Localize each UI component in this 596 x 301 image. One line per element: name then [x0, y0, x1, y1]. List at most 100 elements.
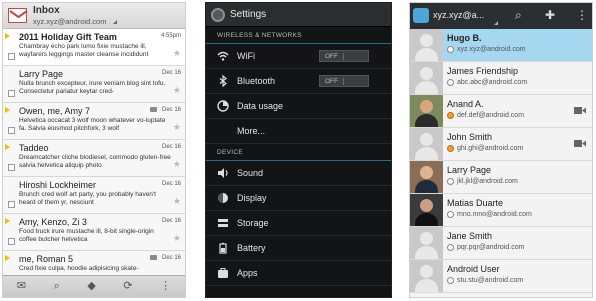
contact-name: Hugo B.: [447, 33, 482, 43]
message-checkbox[interactable]: [8, 53, 15, 60]
message-row[interactable]: Taddeo Dec 16 Dreamcatcher cliche biodie…: [3, 140, 185, 177]
bluetooth-icon: [219, 75, 227, 87]
bluetooth-label: Bluetooth: [237, 76, 276, 86]
people-app-icon[interactable]: [413, 8, 429, 23]
account-label[interactable]: xyz.xyz@a...: [433, 10, 484, 20]
data-usage-icon: [217, 100, 229, 112]
star-icon[interactable]: ★: [173, 160, 181, 169]
contact-name: Matias Duarte: [447, 198, 504, 208]
attachment-badge-icon: [150, 255, 157, 260]
bluetooth-toggle[interactable]: OFF: [319, 75, 369, 87]
contact-row[interactable]: Android User stu.stu@android.com: [410, 260, 592, 293]
contact-name: Jane Smith: [447, 231, 493, 241]
gmail-logo-icon[interactable]: [8, 8, 28, 23]
message-sender: Amy, Kenzo, Zi 3: [19, 217, 87, 227]
star-icon[interactable]: ★: [173, 197, 181, 206]
message-row[interactable]: Amy, Kenzo, Zi 3 Dec 16 Food truck irure…: [3, 214, 185, 251]
contact-name: James Friendship: [447, 66, 519, 76]
contact-row[interactable]: John Smith ghi.ghi@android.com: [410, 128, 592, 161]
message-snippet: Chambray echo park lomo fixie mustache i…: [19, 43, 149, 58]
settings-item-sound[interactable]: Sound: [206, 161, 391, 186]
message-sender: Larry Page: [19, 69, 64, 79]
wifi-icon: [217, 51, 229, 61]
message-checkbox[interactable]: [8, 90, 15, 97]
gmail-action-bar: Inbox xyz.xyz@android.com: [3, 3, 185, 29]
status-icon: [447, 211, 454, 218]
important-marker-icon[interactable]: [5, 255, 10, 261]
apps-label: Apps: [237, 268, 258, 278]
contact-email: xyz.xyz@android.com: [457, 46, 526, 53]
settings-item-display[interactable]: Display: [206, 186, 391, 211]
message-row[interactable]: Owen, me, Amy 7 Dec 16 Helvetica occacat…: [3, 103, 185, 140]
star-icon[interactable]: ★: [173, 234, 181, 243]
account-label[interactable]: xyz.xyz@android.com: [33, 17, 106, 26]
overflow-icon[interactable]: ⋮: [576, 8, 588, 22]
sound-icon: [218, 168, 228, 178]
settings-item-more[interactable]: More...: [206, 119, 391, 144]
wifi-toggle[interactable]: OFF: [319, 50, 369, 62]
message-row[interactable]: Hiroshi Lockheimer Dec 16 Brunch cred wo…: [3, 177, 185, 214]
contact-row[interactable]: Anand A. def.def@android.com: [410, 95, 592, 128]
refresh-icon[interactable]: ⟳: [123, 281, 132, 292]
settings-item-bluetooth[interactable]: Bluetooth OFF: [206, 69, 391, 94]
status-icon: [447, 112, 454, 119]
message-checkbox[interactable]: [8, 164, 15, 171]
inbox-title[interactable]: Inbox: [33, 5, 60, 16]
message-snippet: Nulla brunch excepteur, irure veniam blo…: [19, 80, 166, 95]
apps-icon: [218, 268, 228, 278]
contact-row[interactable]: Hugo B. xyz.xyz@android.com: [410, 29, 592, 62]
more-label: More...: [237, 126, 266, 136]
status-icon: [447, 79, 454, 86]
contact-name: Larry Page: [447, 165, 492, 175]
contact-row[interactable]: Larry Page jkl.jkl@android.com: [410, 161, 592, 194]
message-checkbox[interactable]: [8, 238, 15, 245]
message-checkbox[interactable]: [8, 127, 15, 134]
contact-row[interactable]: Matias Duarte mno.mno@android.com: [410, 194, 592, 227]
video-chat-icon[interactable]: [574, 106, 586, 115]
star-icon[interactable]: ★: [173, 123, 181, 132]
battery-label: Battery: [237, 243, 266, 253]
avatar: [410, 62, 443, 94]
message-date: 4:55pm: [160, 33, 181, 39]
label-icon[interactable]: ◆: [87, 281, 95, 292]
add-contact-icon[interactable]: ✚: [545, 8, 555, 22]
important-marker-icon[interactable]: [5, 107, 10, 113]
important-marker-icon[interactable]: [5, 33, 10, 39]
message-snippet: Food truck irure mustache ill, 8-bit sin…: [19, 228, 154, 243]
settings-item-data-usage[interactable]: Data usage: [206, 94, 391, 119]
overflow-icon[interactable]: ⋮: [160, 281, 171, 292]
display-icon: [218, 193, 228, 203]
message-sender: me, Roman 5: [19, 254, 74, 264]
message-date: Dec 16: [161, 70, 181, 76]
message-date: Dec 16: [161, 144, 181, 150]
contact-email: stu.stu@android.com: [457, 277, 524, 284]
settings-item-wifi[interactable]: WiFi OFF: [206, 44, 391, 69]
important-marker-icon[interactable]: [5, 218, 10, 224]
avatar: [410, 29, 443, 61]
message-sender: Hiroshi Lockheimer: [19, 180, 97, 190]
video-chat-icon[interactable]: [574, 139, 586, 148]
message-snippet: Brunch cred wolf art party, you probably…: [19, 191, 156, 206]
settings-gear-icon: [211, 8, 225, 22]
search-icon[interactable]: ⌕: [515, 8, 522, 22]
compose-icon[interactable]: ✉: [17, 281, 26, 292]
star-icon[interactable]: ★: [173, 86, 181, 95]
gmail-screen: Inbox xyz.xyz@android.com 2011 Holiday G…: [2, 2, 186, 298]
account-dropdown-icon[interactable]: [113, 20, 117, 24]
message-checkbox[interactable]: [8, 201, 15, 208]
account-dropdown-icon[interactable]: [494, 21, 498, 25]
contact-row[interactable]: Jane Smith pqr.pqr@android.com: [410, 227, 592, 260]
message-date: Dec 16: [161, 181, 181, 187]
message-row[interactable]: Larry Page Dec 16 Nulla brunch excepteur…: [3, 66, 185, 103]
settings-item-battery[interactable]: Battery: [206, 236, 391, 261]
star-icon[interactable]: ★: [173, 49, 181, 58]
settings-item-storage[interactable]: Storage: [206, 211, 391, 236]
avatar: [410, 128, 443, 160]
sound-label: Sound: [237, 168, 264, 178]
important-marker-icon[interactable]: [5, 144, 10, 150]
message-snippet: Dreamcatcher cliche biodiesel, commodo g…: [19, 154, 171, 169]
search-icon[interactable]: ⌕: [54, 281, 60, 292]
settings-item-apps[interactable]: Apps: [206, 261, 391, 286]
contact-row[interactable]: James Friendship abc.abc@android.com: [410, 62, 592, 95]
message-row[interactable]: 2011 Holiday Gift Team 4:55pm Chambray e…: [3, 29, 185, 66]
